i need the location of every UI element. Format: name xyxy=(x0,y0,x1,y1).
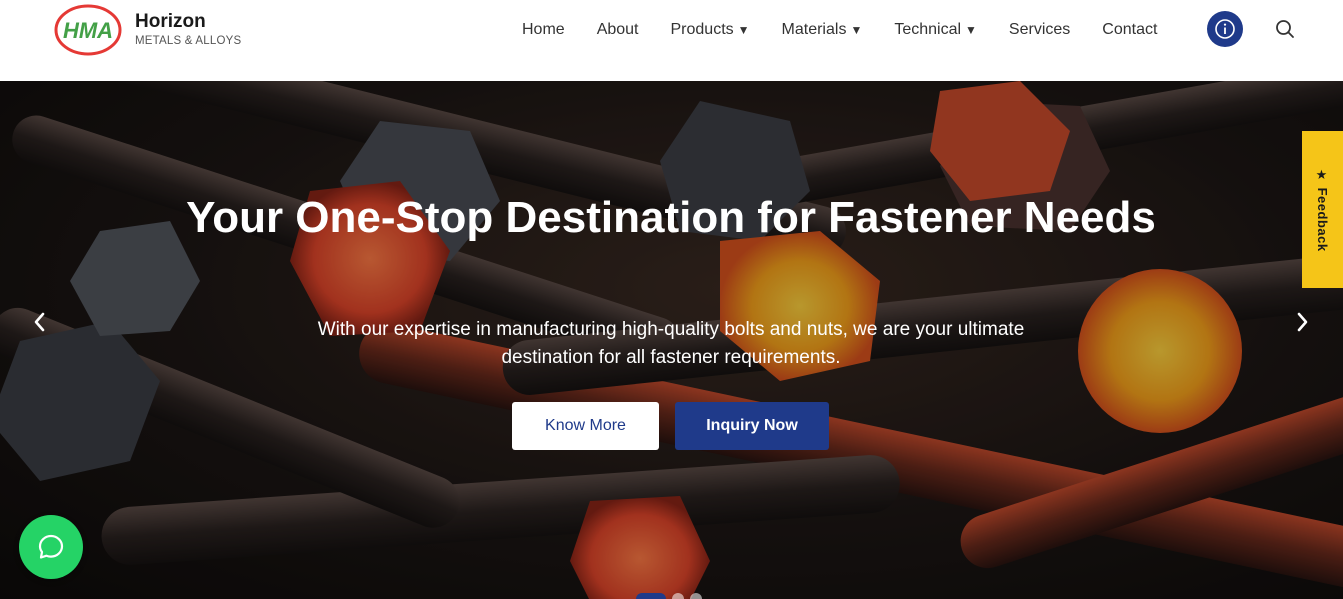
slider-next-button[interactable] xyxy=(1290,307,1314,337)
nav-item-contact[interactable]: Contact xyxy=(1102,21,1157,39)
slider-pagination xyxy=(636,593,702,599)
nav-label: Materials xyxy=(781,21,847,38)
nav-item-technical[interactable]: Technical ▼ xyxy=(894,21,977,39)
inquiry-now-button[interactable]: Inquiry Now xyxy=(675,402,829,450)
feedback-tab[interactable]: ★ Feedback xyxy=(1302,131,1343,288)
chevron-right-icon xyxy=(1297,312,1308,332)
chevron-left-icon xyxy=(34,312,45,332)
caret-down-icon: ▼ xyxy=(737,23,750,37)
brand-name: Horizon xyxy=(135,11,206,32)
site-header: HMA Horizon METALS & ALLOYS Home About P… xyxy=(0,0,1343,81)
nav-label: Home xyxy=(522,21,565,38)
nav-label: Technical xyxy=(894,21,962,38)
nav-label: Products xyxy=(670,21,734,38)
nav-label: Services xyxy=(1008,21,1071,38)
info-button[interactable] xyxy=(1207,11,1243,47)
nav-label: About xyxy=(596,21,639,38)
know-more-button[interactable]: Know More xyxy=(512,402,659,450)
logo-text: HMA xyxy=(63,18,113,43)
nav-item-materials[interactable]: Materials ▼ xyxy=(782,21,863,39)
hero-slider: Your One-Stop Destination for Fastener N… xyxy=(0,81,1343,599)
nav-item-services[interactable]: Services xyxy=(1009,21,1070,39)
feedback-label: ★ Feedback xyxy=(1315,167,1330,252)
chat-bubble-icon xyxy=(38,534,64,559)
whatsapp-chat-button[interactable] xyxy=(19,515,83,579)
slider-dot-active[interactable] xyxy=(636,593,666,599)
nav-label: Contact xyxy=(1102,21,1158,38)
logo[interactable]: HMA xyxy=(54,3,122,57)
main-nav: Home About Products ▼ Materials ▼ Technica… xyxy=(522,18,1189,42)
brand[interactable]: Horizon METALS & ALLOYS xyxy=(135,11,241,49)
nav-item-about[interactable]: About xyxy=(597,21,639,39)
slider-prev-button[interactable] xyxy=(28,307,52,337)
info-icon xyxy=(1215,19,1235,39)
hero-title: Your One-Stop Destination for Fastener N… xyxy=(186,193,1156,242)
brand-subtitle: METALS & ALLOYS xyxy=(135,35,242,47)
slider-dot[interactable] xyxy=(690,593,702,599)
search-icon xyxy=(1276,20,1294,38)
search-button[interactable] xyxy=(1274,18,1296,40)
caret-down-icon: ▼ xyxy=(965,23,977,37)
slider-dot[interactable] xyxy=(672,593,684,599)
hero-subtitle: With our expertise in manufacturing high… xyxy=(317,319,1025,368)
nav-item-home[interactable]: Home xyxy=(522,21,565,39)
nav-item-products[interactable]: Products ▼ xyxy=(671,21,750,39)
caret-down-icon: ▼ xyxy=(850,23,863,37)
